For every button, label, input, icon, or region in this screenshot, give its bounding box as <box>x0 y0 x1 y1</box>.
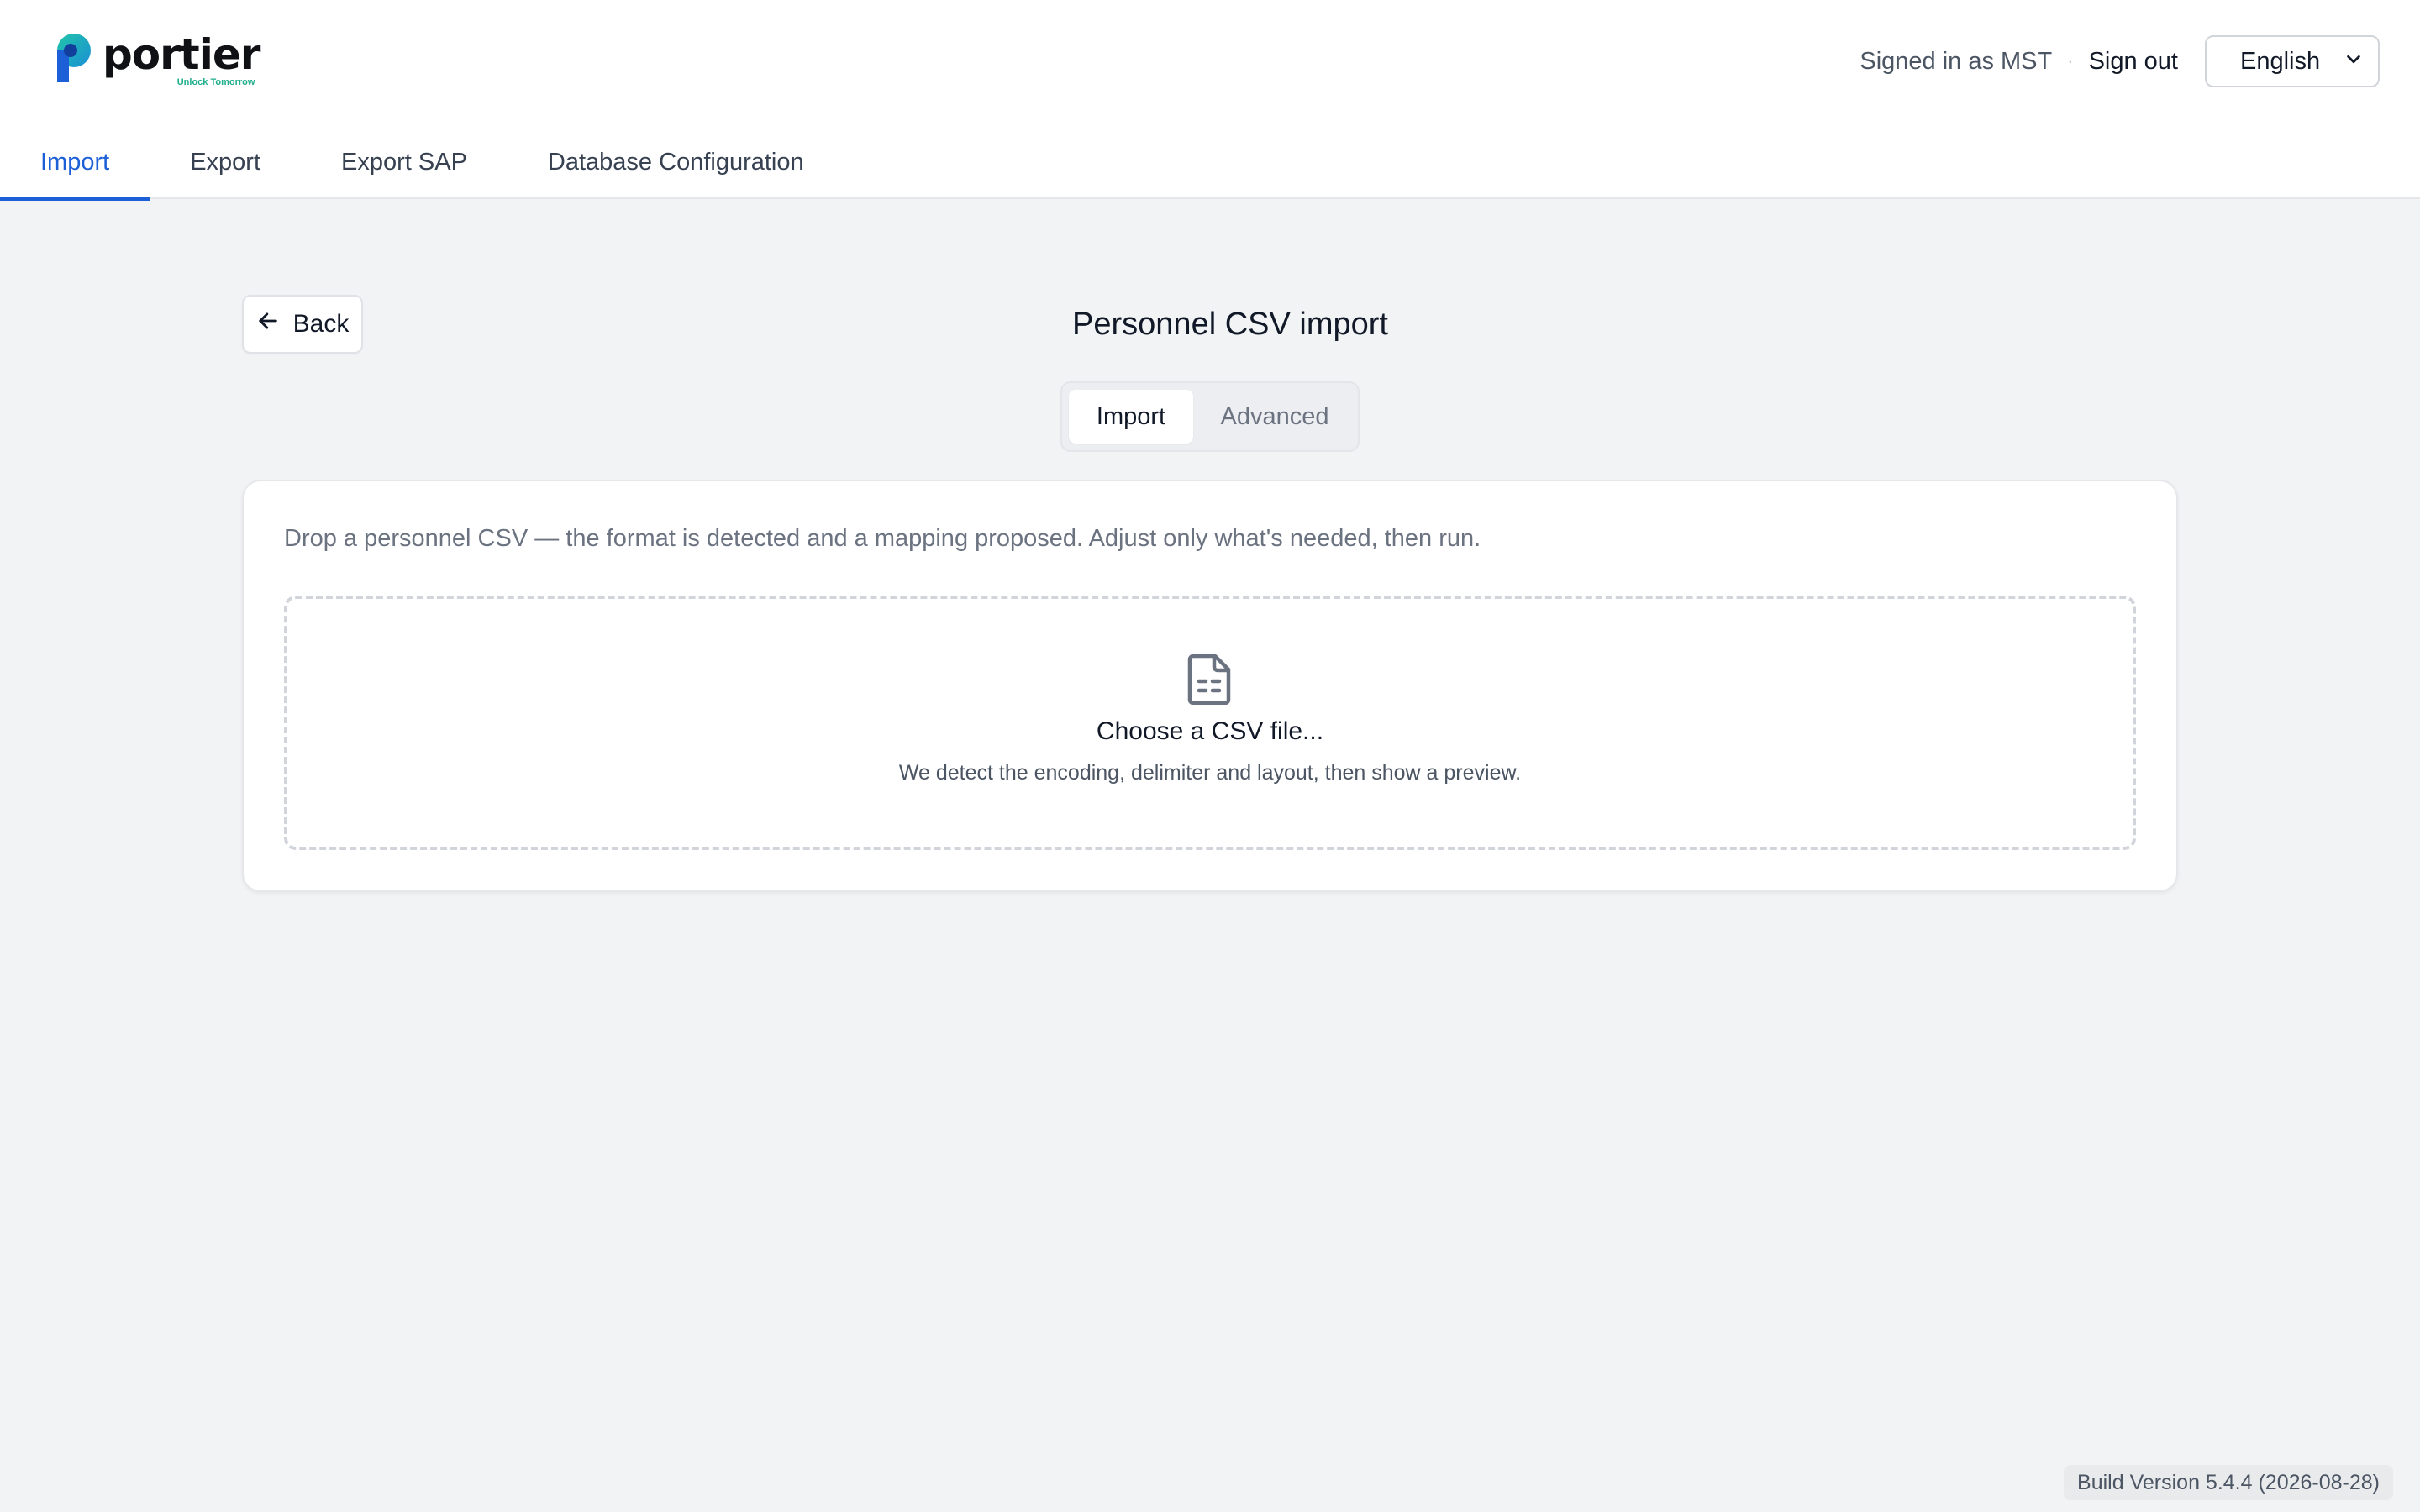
back-button-label: Back <box>292 310 350 338</box>
chevron-down-icon <box>2344 48 2363 76</box>
portier-logo[interactable]: portier Unlock Tomorrow <box>52 32 260 87</box>
dropzone-hint: We detect the encoding, delimiter and la… <box>898 761 1522 785</box>
nav-tab-database-configuration[interactable]: Database Configuration <box>508 126 844 199</box>
csv-dropzone[interactable]: Choose a CSV file... We detect the encod… <box>284 596 2136 850</box>
build-version-badge: Build Version 5.4.4 (2026-08-28) <box>2064 1465 2393 1500</box>
nav-tab-import[interactable]: Import <box>0 126 150 201</box>
nav-tab-export-sap[interactable]: Export SAP <box>301 126 508 199</box>
user-area: Signed in as MST · Sign out English <box>1860 35 2380 87</box>
mode-segmented-control: Import Advanced <box>1060 381 1360 452</box>
brand-name: portier <box>103 30 260 79</box>
signed-in-label: Signed in as MST <box>1860 47 2053 75</box>
import-description: Drop a personnel CSV — the format is det… <box>284 525 1481 552</box>
main-nav: Import Export Export SAP Database Config… <box>0 126 844 201</box>
file-spreadsheet-icon <box>1186 653 1234 706</box>
import-card: Drop a personnel CSV — the format is det… <box>242 480 2178 892</box>
back-button[interactable]: Back <box>242 295 363 354</box>
sign-out-link[interactable]: Sign out <box>2089 48 2178 76</box>
choose-file-label: Choose a CSV file... <box>1096 717 1324 745</box>
nav-tab-export[interactable]: Export <box>150 126 301 199</box>
portier-logo-icon <box>52 32 94 84</box>
brand-tagline: Unlock Tomorrow <box>176 77 255 87</box>
separator-dot: · <box>2067 50 2074 71</box>
tab-import[interactable]: Import <box>1069 390 1193 444</box>
language-selected-value: English <box>2240 47 2321 75</box>
arrow-left-icon <box>256 309 280 339</box>
tab-advanced[interactable]: Advanced <box>1198 390 1351 444</box>
app-header: portier Unlock Tomorrow Signed in as MST… <box>0 0 2420 201</box>
language-select[interactable]: English <box>2205 35 2380 87</box>
page-title: Personnel CSV import <box>1072 307 1388 342</box>
